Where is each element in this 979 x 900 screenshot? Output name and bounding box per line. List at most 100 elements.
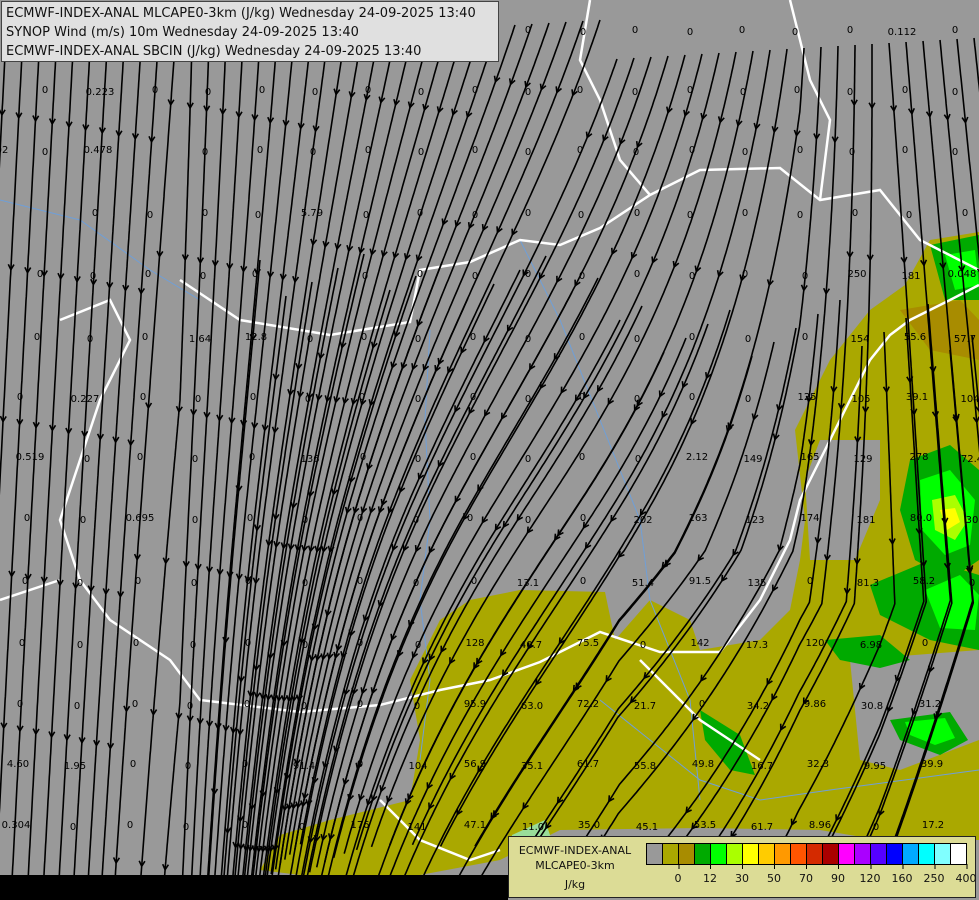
colorbar-swatch	[663, 844, 679, 864]
sbcin-value-label: 30.8	[861, 701, 883, 712]
sbcin-value-label: 0	[205, 87, 211, 98]
sbcin-value-label: 0	[687, 210, 693, 221]
sbcin-value-label: 0	[140, 392, 146, 403]
sbcin-value-label: 55.8	[634, 761, 656, 772]
colorbar-tick-label: 50	[767, 864, 781, 885]
sbcin-value-label: 0	[245, 638, 251, 649]
sbcin-value-label: 0	[360, 452, 366, 463]
sbcin-value-label: 5.79	[301, 208, 323, 219]
sbcin-value-label: 0	[413, 578, 419, 589]
sbcin-value-label: 0	[417, 208, 423, 219]
sbcin-value-label: 0	[902, 145, 908, 156]
sbcin-value-label: 0	[740, 87, 746, 98]
sbcin-value-label: 31.2	[919, 699, 941, 710]
sbcin-value-label: 0	[242, 820, 248, 831]
sbcin-value-label: 0	[415, 334, 421, 345]
sbcin-value-label: 51.4	[632, 578, 654, 589]
sbcin-value-label: 0	[87, 334, 93, 345]
sbcin-value-label: 0	[312, 87, 318, 98]
sbcin-value-label: 0	[135, 576, 141, 587]
colorbar-tick-label: 12	[703, 864, 717, 885]
sbcin-value-label: 0	[195, 394, 201, 405]
sbcin-value-label: 0	[84, 454, 90, 465]
sbcin-value-label: 0	[37, 269, 43, 280]
sbcin-value-label: 0	[952, 87, 958, 98]
sbcin-value-label: 142	[690, 638, 709, 649]
sbcin-value-label: 174	[800, 513, 819, 524]
sbcin-value-label: 0	[577, 85, 583, 96]
sbcin-value-label: 0	[202, 208, 208, 219]
sbcin-value-label: 0	[417, 269, 423, 280]
colorbar-swatch	[711, 844, 727, 864]
sbcin-value-label: 278	[909, 452, 928, 463]
sbcin-value-label: 0.695	[126, 513, 155, 524]
sbcin-value-label: 0	[307, 334, 313, 345]
sbcin-value-label: 0	[365, 145, 371, 156]
sbcin-value-label: 72.2	[577, 699, 599, 710]
sbcin-value-label: 0	[952, 25, 958, 36]
sbcin-value-label: 0.478	[84, 145, 113, 156]
sbcin-value-label: 0	[579, 392, 585, 403]
sbcin-value-label: 0	[634, 394, 640, 405]
sbcin-value-label: 0	[577, 145, 583, 156]
colorbar-tick-label: 120	[860, 864, 881, 885]
sbcin-value-label: 17.3	[746, 640, 768, 651]
sbcin-value-label: 0	[137, 452, 143, 463]
colorbar-swatch	[791, 844, 807, 864]
layer-legend-header: ECMWF-INDEX-ANAL MLCAPE0-3km (J/kg) Wedn…	[1, 1, 499, 62]
sbcin-value-label: 202	[633, 515, 652, 526]
colorbar-tick-label: 30	[735, 864, 749, 885]
sbcin-value-label: 0	[42, 147, 48, 158]
sbcin-value-label: 0	[357, 576, 363, 587]
colorbar-tick-label: 250	[924, 864, 945, 885]
sbcin-value-label: 181	[901, 271, 920, 282]
sbcin-value-label: 0	[525, 334, 531, 345]
sbcin-value-label: 0	[687, 27, 693, 38]
sbcin-value-label: 0	[525, 208, 531, 219]
colorbar-title-parameter: MLCAPE0-3km	[535, 859, 615, 872]
sbcin-value-label: 0	[190, 640, 196, 651]
sbcin-value-label: 0	[133, 638, 139, 649]
colorbar-unit: J/kg	[564, 878, 586, 891]
sbcin-value-label: 40.7	[520, 640, 542, 651]
colorbar-swatch	[759, 844, 775, 864]
sbcin-value-label: 0	[187, 701, 193, 712]
sbcin-value-label: 125	[797, 392, 816, 403]
sbcin-value-label: 0	[525, 269, 531, 280]
sbcin-value-label: 0	[202, 147, 208, 158]
colorbar-swatch	[935, 844, 951, 864]
sbcin-value-label: 0	[634, 208, 640, 219]
sbcin-value-label: 0	[922, 638, 928, 649]
sbcin-value-label: 0	[301, 701, 307, 712]
sbcin-value-label: 0	[634, 334, 640, 345]
sbcin-value-label: 0	[687, 85, 693, 96]
sbcin-value-label: 0	[257, 145, 263, 156]
sbcin-value-label: 0	[578, 210, 584, 221]
colorbar-swatch	[823, 844, 839, 864]
sbcin-value-label: 0	[17, 392, 23, 403]
sbcin-value-label: 129	[853, 454, 872, 465]
sbcin-value-label: 0	[77, 640, 83, 651]
sbcin-value-label: 136	[300, 454, 319, 465]
sbcin-value-label: 0	[525, 87, 531, 98]
layer-title-mlcape: ECMWF-INDEX-ANAL MLCAPE0-3km (J/kg) Wedn…	[6, 6, 476, 21]
sbcin-value-label: 0.048	[948, 269, 977, 280]
weather-map[interactable]: 0 0 0 0 0 0 0 0.112 0 0 0.223 0 0 0 0 0 0 0 0 0 0 0 0 0 0 0 0 02 0 0.…	[0, 0, 979, 900]
sbcin-value-label: 0	[742, 269, 748, 280]
sbcin-value-label: 0	[852, 208, 858, 219]
sbcin-value-label: 0	[847, 87, 853, 98]
colorbar-swatch	[887, 844, 903, 864]
sbcin-value-label: 02	[0, 145, 8, 156]
sbcin-value-label: 0	[742, 208, 748, 219]
sbcin-value-label: 53.5	[694, 820, 716, 831]
sbcin-value-label: 0	[802, 271, 808, 282]
sbcin-value-label: 0	[310, 147, 316, 158]
mlcape-colorbar: ECMWF-INDEX-ANAL MLCAPE0-3km J/kg 0 12 30 5…	[508, 836, 977, 898]
sbcin-value-label: 0	[365, 85, 371, 96]
sbcin-value-label: 11.0	[522, 822, 544, 833]
sbcin-value-label: 128	[465, 638, 484, 649]
sbcin-value-label: 250	[847, 269, 866, 280]
sbcin-value-label: 0	[689, 271, 695, 282]
sbcin-value-label: 163	[688, 513, 707, 524]
colorbar-title-model: ECMWF-INDEX-ANAL	[518, 844, 632, 857]
